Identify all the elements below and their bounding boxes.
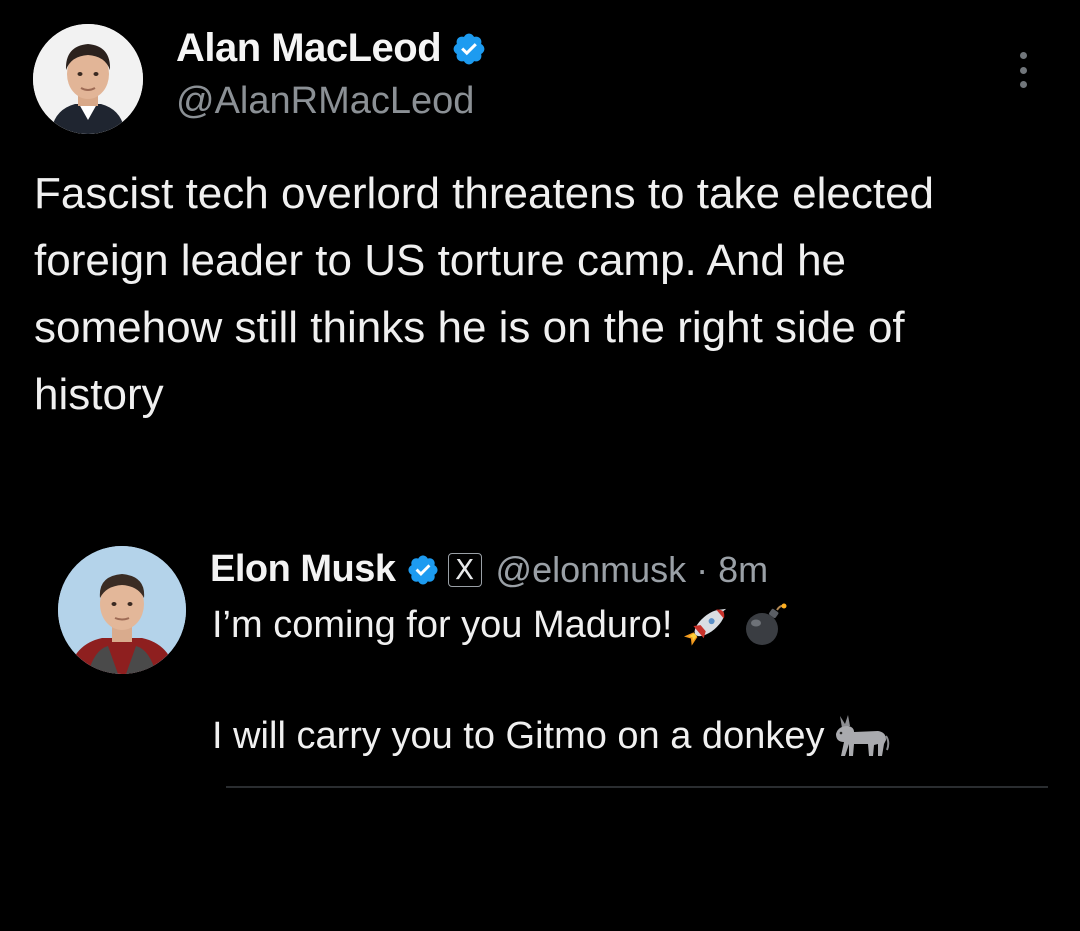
verified-badge-icon	[453, 33, 485, 64]
verified-badge-icon	[408, 554, 438, 585]
quoted-author-avatar[interactable]	[58, 546, 186, 674]
author-handle[interactable]: @AlanRMacLeod	[176, 80, 474, 123]
quoted-author-handle[interactable]: @elonmusk · 8m	[496, 549, 769, 591]
more-dot	[1019, 66, 1027, 74]
quoted-header: Elon Musk X @elonmusk · 8m	[210, 548, 768, 591]
bomb-icon	[746, 603, 787, 645]
separator-dot: ·	[686, 548, 719, 590]
divider	[226, 786, 1048, 788]
rocket-icon	[684, 608, 727, 646]
more-options-icon[interactable]	[1016, 52, 1030, 88]
author-avatar[interactable]	[33, 24, 143, 134]
quoted-text: I will carry you to Gitmo on a donkey	[212, 714, 825, 757]
tweet-card: Alan MacLeod @AlanRMacLeod Fascist tech …	[0, 0, 1080, 931]
x-affiliate-badge-icon: X	[447, 552, 482, 587]
quoted-tweet[interactable]: Elon Musk X @elonmusk · 8m I’m coming fo…	[0, 530, 1080, 800]
more-dot	[1019, 81, 1027, 88]
quoted-text-line-2: I will carry you to Gitmo on a donkey	[212, 714, 890, 758]
quoted-timestamp[interactable]: 8m	[718, 549, 768, 590]
more-dot	[1019, 52, 1027, 59]
quoted-author-name[interactable]: Elon Musk	[210, 548, 396, 591]
quoted-text: I’m coming for you Maduro!	[212, 603, 673, 646]
donkey-icon	[836, 715, 890, 756]
quoted-text-line-1: I’m coming for you Maduro!	[212, 602, 788, 648]
quoted-handle-text: @elonmusk	[495, 548, 687, 590]
author-name-row[interactable]: Alan MacLeod	[176, 26, 487, 71]
tweet-text: Fascist tech overlord threatens to take …	[34, 169, 935, 419]
author-name[interactable]: Alan MacLeod	[176, 26, 442, 71]
